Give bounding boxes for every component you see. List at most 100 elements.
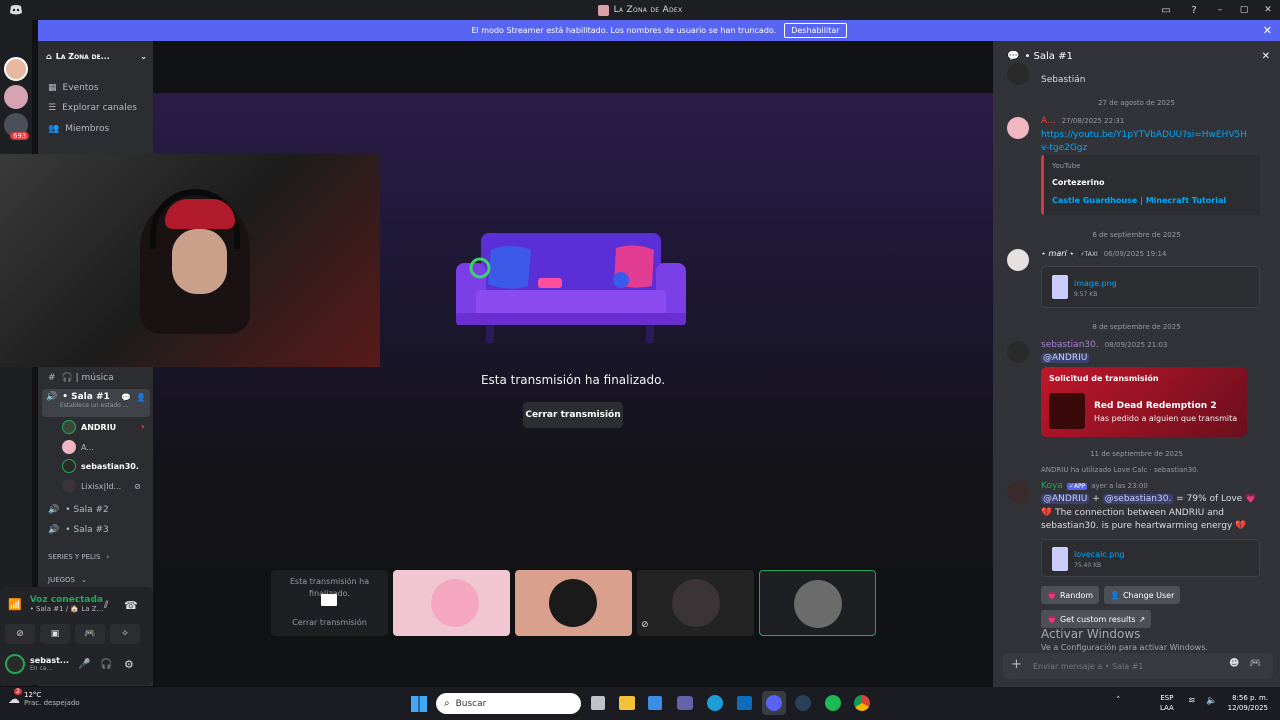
emoji-icon[interactable]: ☻: [1229, 658, 1239, 669]
steam-icon[interactable]: [795, 695, 811, 711]
file-attachment[interactable]: image.png 9.57 KB: [1041, 266, 1260, 308]
voice-member[interactable]: ANDRIU ▾: [62, 420, 145, 434]
avatar: [62, 459, 76, 473]
add-attachment-icon[interactable]: +: [1011, 657, 1022, 672]
file-explorer-icon[interactable]: [619, 696, 635, 710]
soundboard-icon[interactable]: ✧: [110, 624, 140, 644]
tray-chevron-icon[interactable]: ˄: [1116, 696, 1121, 706]
category-series[interactable]: SERIES Y PELIS ›: [38, 548, 153, 566]
voice-member[interactable]: sebastian30.: [62, 459, 139, 473]
headphones-icon[interactable]: 🎧: [100, 659, 112, 670]
clock[interactable]: 8:56 p. m. 12/09/2025: [1222, 693, 1268, 713]
server-header[interactable]: ⌂ La Zona de... ⌄: [38, 47, 153, 65]
game-title: Red Dead Redemption 2: [1094, 401, 1217, 411]
message-link[interactable]: https://youtu.be/Y1pYTVbADUU?si=HwEHV5Hv…: [1041, 129, 1251, 155]
nav-events[interactable]: ▦ Eventos: [38, 79, 153, 97]
stream-request-card[interactable]: Solicitud de transmisión Red Dead Redemp…: [1041, 367, 1247, 437]
red-hair-shape: [165, 199, 235, 229]
language-indicator[interactable]: ESP LAA: [1160, 693, 1174, 713]
disconnect-icon[interactable]: ☎: [124, 599, 138, 612]
volume-icon[interactable]: 🔈: [1206, 696, 1217, 706]
server-icon[interactable]: [4, 85, 28, 109]
webcam-video[interactable]: [0, 154, 380, 367]
nav-browse-channels[interactable]: ☰ Explorar canales: [38, 99, 153, 117]
participant-tile-speaking[interactable]: [759, 570, 876, 636]
outlook-icon[interactable]: [737, 696, 752, 710]
embed-author[interactable]: Cortezerino: [1052, 178, 1105, 187]
spotify-icon[interactable]: [825, 695, 841, 711]
chat-bubble-icon[interactable]: 💬: [121, 393, 131, 402]
stream-ended-tile[interactable]: Esta transmisión ha finalizado. Cerrar t…: [271, 570, 388, 636]
close-stream-button[interactable]: Cerrar transmisión: [523, 402, 623, 428]
voice-member[interactable]: Lixisx|ld... ⊘: [62, 479, 141, 493]
disable-streamer-button[interactable]: Deshabilitar: [784, 23, 847, 38]
channel-sala-1[interactable]: 🔊 • Sala #1 💬 👤 Establece un estado ...: [42, 389, 150, 417]
avatar[interactable]: [5, 654, 25, 674]
chrome-icon[interactable]: [854, 695, 870, 711]
voice-status-text[interactable]: Establece un estado ...: [42, 402, 150, 409]
message-author[interactable]: Koya: [1041, 481, 1063, 491]
user-name[interactable]: sebast...: [30, 656, 69, 665]
weather-widget[interactable]: ☁ 2 12°C Prac. despejado: [8, 688, 80, 707]
help-icon[interactable]: ?: [1180, 5, 1208, 16]
teams-icon[interactable]: [677, 696, 693, 710]
channel-sala-3-label: • Sala #3: [65, 525, 109, 535]
minimize-icon[interactable]: –: [1208, 5, 1232, 15]
speaker-icon: 🔊: [48, 505, 60, 515]
server-icon-active[interactable]: [4, 57, 28, 81]
message-input[interactable]: [1033, 658, 1213, 674]
channel-musica[interactable]: # 🎧 | música: [38, 369, 153, 387]
noise-suppression-icon[interactable]: ⫽: [104, 600, 108, 611]
change-user-button[interactable]: 👤 Change User: [1104, 586, 1181, 604]
settings-icon[interactable]: ⚙: [124, 658, 134, 671]
avatar[interactable]: [1007, 341, 1029, 363]
voice-connected-text[interactable]: Voz conectada: [30, 595, 104, 605]
taskbar-search[interactable]: ⌕ Buscar: [436, 693, 581, 714]
participant-tile[interactable]: [515, 570, 632, 636]
embed-title[interactable]: Castle Guardhouse | Minecraft Tutorial: [1052, 196, 1226, 205]
reply-reference[interactable]: ANDRIU ha utilizado Love Calc · sebastia…: [1041, 466, 1199, 474]
nav-members[interactable]: 👥 Miembros: [38, 120, 153, 138]
inbox-icon[interactable]: ▭: [1152, 5, 1180, 16]
avatar[interactable]: [1007, 117, 1029, 139]
microphone-icon[interactable]: 🎤: [78, 659, 90, 670]
user-mention[interactable]: @sebastian30.: [1102, 494, 1174, 504]
avatar[interactable]: [1007, 249, 1029, 271]
discord-taskbar-icon[interactable]: [762, 691, 786, 715]
user-mention[interactable]: @ANDRIU: [1041, 353, 1090, 363]
message-author[interactable]: ⋆ mari ⋆: [1041, 249, 1074, 258]
custom-results-button[interactable]: 💗 Get custom results ↗: [1041, 610, 1152, 628]
file-attachment[interactable]: lovecalc.png 75.40 KB: [1041, 539, 1260, 577]
channel-sala-3[interactable]: 🔊 • Sala #3: [38, 521, 153, 539]
category-series-label: SERIES Y PELIS: [48, 553, 101, 561]
participant-tile[interactable]: [393, 570, 510, 636]
file-name[interactable]: image.png: [1074, 279, 1117, 288]
close-banner-icon[interactable]: ✕: [1263, 24, 1272, 37]
random-button[interactable]: 💗 Random: [1041, 586, 1100, 604]
participant-tile[interactable]: ⊘: [637, 570, 754, 636]
avatar[interactable]: [1007, 481, 1029, 503]
file-name[interactable]: lovecalc.png: [1074, 550, 1124, 559]
voice-member[interactable]: A...: [62, 440, 94, 454]
tile-close-button[interactable]: Cerrar transmisión: [271, 618, 388, 627]
voice-location[interactable]: • Sala #1 / 🏠 La Z...: [30, 605, 104, 613]
windows-start-icon[interactable]: [411, 696, 427, 712]
channel-sala-2[interactable]: 🔊 • Sala #2: [38, 501, 153, 519]
activity-icon[interactable]: 🎮: [75, 624, 105, 644]
message-author[interactable]: A...: [1041, 116, 1056, 126]
user-mention[interactable]: @ANDRIU: [1041, 494, 1090, 504]
close-window-icon[interactable]: ✕: [1256, 5, 1280, 15]
video-off-icon[interactable]: ⊘: [5, 624, 35, 644]
maximize-icon[interactable]: ▢: [1232, 5, 1256, 15]
edge-icon[interactable]: [707, 695, 723, 711]
task-view-icon[interactable]: [591, 696, 605, 710]
signal-icon[interactable]: 📶: [8, 598, 22, 611]
wifi-icon[interactable]: ≋: [1188, 696, 1196, 706]
add-member-icon[interactable]: 👤: [136, 393, 146, 402]
message-author[interactable]: sebastian30.: [1041, 340, 1099, 350]
gamepad-icon[interactable]: 🎮: [1249, 658, 1261, 669]
close-chat-icon[interactable]: ✕: [1262, 51, 1270, 62]
store-icon[interactable]: [648, 696, 662, 710]
screen-share-icon[interactable]: ▣: [40, 624, 70, 644]
message-input-bar: + ☻ 🎮: [1003, 653, 1273, 679]
